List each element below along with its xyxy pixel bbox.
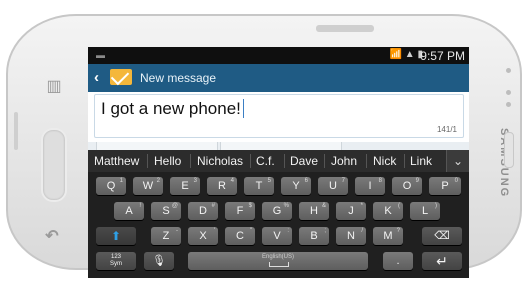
space-key[interactable]: English(US) <box>188 252 368 270</box>
key[interactable]: W2 <box>133 177 163 195</box>
phone-body: ▥ ↶ SAMSUNG ▬ 📶 ▲ ▮ 9:57 PM ‹ New messag… <box>6 14 522 278</box>
period-key[interactable]: . <box>383 252 413 270</box>
key[interactable]: R4 <box>207 177 237 195</box>
divider <box>404 154 405 168</box>
key[interactable]: E3 <box>170 177 200 195</box>
symbols-key[interactable]: 123 Sym <box>96 252 136 270</box>
keyboard: Q1 W2 E3 R4 T5 Y6 U7 I8 O9 P0 A! S @ D # F… <box>88 172 469 278</box>
suggestion-word[interactable]: John <box>331 154 357 168</box>
shift-key-icon[interactable]: ⬆ <box>96 227 136 245</box>
back-key-icon[interactable]: ↶ <box>44 228 60 246</box>
divider <box>366 154 367 168</box>
attachment-strip <box>88 142 469 150</box>
notification-icon: ▬ <box>96 50 105 60</box>
space-bar-icon <box>269 262 289 267</box>
microphone-key-icon[interactable]: 🎙 <box>144 252 174 270</box>
status-time: 9:57 PM <box>420 49 465 63</box>
key[interactable]: I8 <box>355 177 385 195</box>
key[interactable]: K( <box>373 202 403 220</box>
key[interactable]: O9 <box>392 177 422 195</box>
divider <box>147 154 148 168</box>
compose-area: I got a new phone! 141/1 <box>88 92 469 142</box>
divider <box>250 154 251 168</box>
key[interactable]: N / <box>336 227 366 245</box>
suggestion-word[interactable]: Link <box>410 154 432 168</box>
key[interactable]: L) <box>410 202 440 220</box>
strip-tab <box>96 142 218 150</box>
suggestion-word[interactable]: Dave <box>290 154 318 168</box>
space-key-label: English(US) <box>261 254 294 260</box>
key[interactable]: J * <box>336 202 366 220</box>
key[interactable]: C " <box>225 227 255 245</box>
side-button <box>14 112 18 150</box>
key[interactable]: A! <box>114 202 144 220</box>
character-counter: 141/1 <box>436 125 457 134</box>
key[interactable]: G% <box>262 202 292 220</box>
key[interactable]: T5 <box>244 177 274 195</box>
suggestion-bar: Matthew Hello Nicholas C.f. Dave John Ni… <box>88 150 469 172</box>
text-caret <box>242 99 244 118</box>
key[interactable]: D # <box>188 202 218 220</box>
signal-battery-icons: 📶 ▲ ▮ <box>389 49 423 60</box>
app-bar: ‹ New message <box>88 64 469 92</box>
expand-suggestions-icon[interactable]: ⌄ <box>446 150 469 172</box>
page-title: New message <box>140 71 217 85</box>
divider <box>284 154 285 168</box>
key[interactable]: S @ <box>151 202 181 220</box>
backspace-key-icon[interactable]: ⌫ <box>422 227 462 245</box>
key[interactable]: Y6 <box>281 177 311 195</box>
strip-tab <box>220 142 342 150</box>
suggestion-word[interactable]: C.f. <box>256 154 275 168</box>
light-sensor <box>506 102 511 107</box>
key[interactable]: F $ <box>225 202 255 220</box>
message-input[interactable]: I got a new phone! 141/1 <box>94 94 464 138</box>
back-icon[interactable]: ‹ <box>94 69 99 86</box>
status-bar: ▬ 📶 ▲ ▮ 9:57 PM <box>88 47 469 64</box>
key[interactable]: Z- <box>151 227 181 245</box>
divider <box>190 154 191 168</box>
key[interactable]: U7 <box>318 177 348 195</box>
key[interactable]: M? <box>373 227 403 245</box>
message-text: I got a new phone! <box>101 99 244 119</box>
enter-key-icon[interactable]: ↵ <box>422 252 462 270</box>
key[interactable]: H & <box>299 202 329 220</box>
home-button[interactable] <box>41 128 67 202</box>
proximity-sensor <box>506 90 511 95</box>
phone-screen: ▬ 📶 ▲ ▮ 9:57 PM ‹ New message I got a ne… <box>88 47 469 278</box>
key[interactable]: B; <box>299 227 329 245</box>
key[interactable]: Q1 <box>96 177 126 195</box>
key[interactable]: V: <box>262 227 292 245</box>
menu-key-icon[interactable]: ▥ <box>46 78 62 96</box>
suggestion-word[interactable]: Hello <box>154 154 181 168</box>
volume-button <box>316 25 374 32</box>
suggestion-word[interactable]: Nicholas <box>197 154 243 168</box>
key[interactable]: P0 <box>429 177 461 195</box>
key[interactable]: X ' <box>188 227 218 245</box>
suggestion-word[interactable]: Nick <box>373 154 396 168</box>
speaker-slot <box>504 132 514 168</box>
messages-app-icon <box>110 69 132 85</box>
divider <box>324 154 325 168</box>
front-camera <box>506 68 511 73</box>
suggestion-word[interactable]: Matthew <box>94 154 139 168</box>
